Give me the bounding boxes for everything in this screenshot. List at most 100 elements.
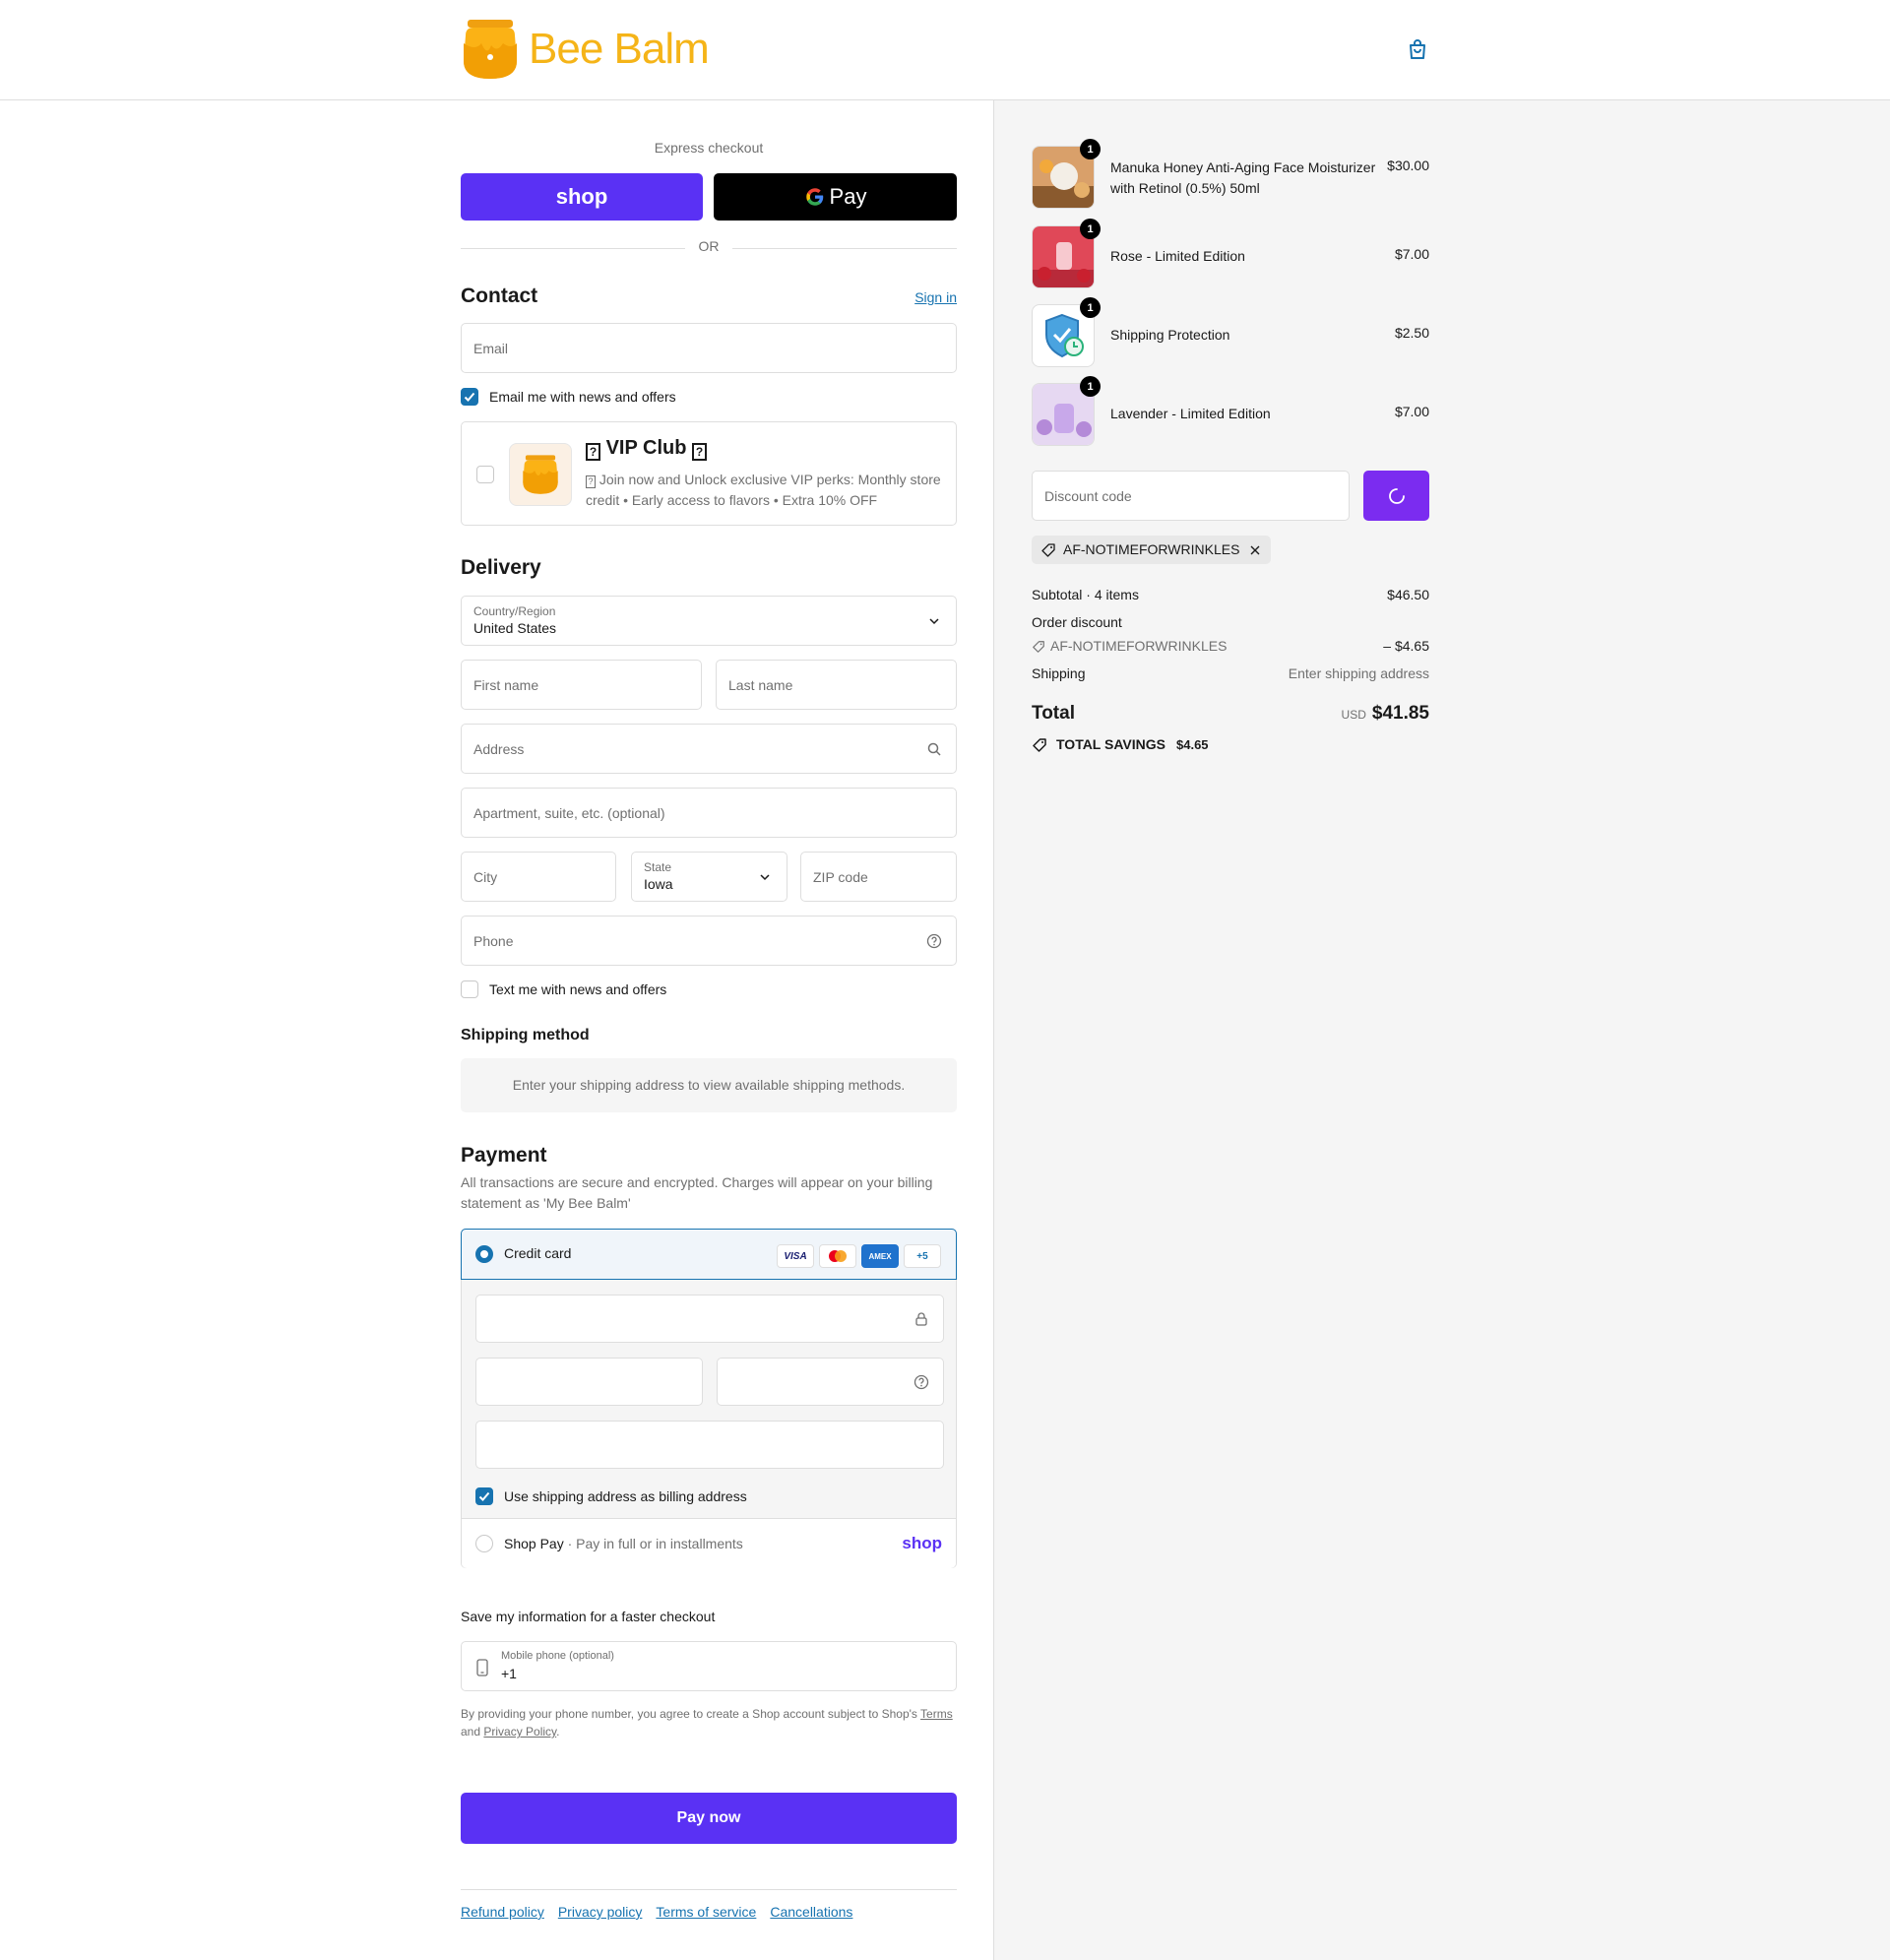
state-value: Iowa <box>644 876 673 892</box>
remove-discount-icon[interactable] <box>1248 543 1262 557</box>
privacy-policy-link[interactable]: Privacy policy <box>558 1904 643 1920</box>
order-discount-row: Order discount <box>1032 614 1429 630</box>
vip-title: ? VIP Club ? <box>586 437 707 461</box>
visa-icon: VISA <box>777 1244 814 1268</box>
shop-terms-link[interactable]: Terms <box>920 1707 953 1721</box>
payment-subtitle: All transactions are secure and encrypte… <box>461 1174 933 1211</box>
or-label: OR <box>698 238 720 254</box>
quantity-badge: 1 <box>1080 139 1101 159</box>
quantity-badge: 1 <box>1080 219 1101 239</box>
disclaimer-text: By providing your phone number, you agre… <box>461 1707 917 1721</box>
first-name-field[interactable]: First name <box>461 660 702 710</box>
google-pay-button[interactable]: Pay <box>714 173 957 221</box>
store-logo[interactable]: Bee Balm <box>460 18 710 81</box>
email-field[interactable]: Email <box>461 323 957 373</box>
discount-value: – $4.65 <box>1383 638 1429 654</box>
terms-of-service-link[interactable]: Terms of service <box>656 1904 756 1920</box>
apartment-field[interactable]: Apartment, suite, etc. (optional) <box>461 788 957 838</box>
name-on-card-field[interactable] <box>475 1421 944 1469</box>
apply-discount-button[interactable] <box>1363 471 1429 521</box>
shop-pay-label: Shop Pay <box>504 1536 564 1551</box>
help-circle-icon[interactable] <box>926 933 942 949</box>
last-name-placeholder: Last name <box>728 677 793 693</box>
email-placeholder: Email <box>473 341 509 356</box>
save-info-disclaimer: By providing your phone number, you agre… <box>461 1705 957 1740</box>
mobile-phone-label: Mobile phone (optional) <box>501 1650 614 1662</box>
discount-code-label: AF-NOTIMEFORWRINKLES <box>1050 638 1228 654</box>
shop-pay-express-button[interactable]: shop <box>461 173 703 221</box>
subtotal-row: Subtotal · 4 items $46.50 <box>1032 587 1429 602</box>
delivery-heading: Delivery <box>461 556 541 579</box>
quantity-badge: 1 <box>1080 297 1101 318</box>
shipping-value: Enter shipping address <box>1288 665 1429 681</box>
city-field[interactable]: City <box>461 852 616 902</box>
text-news-checkbox[interactable] <box>461 980 478 998</box>
sign-in-link[interactable]: Sign in <box>914 289 957 305</box>
email-news-checkbox[interactable] <box>461 388 478 406</box>
shop-privacy-link[interactable]: Privacy Policy <box>483 1725 556 1739</box>
help-circle-icon[interactable] <box>914 1374 929 1390</box>
check-icon <box>464 392 475 402</box>
or-divider: OR <box>461 238 957 258</box>
country-select[interactable]: Country/Region United States <box>461 596 957 646</box>
email-news-label: Email me with news and offers <box>489 389 676 405</box>
order-summary-panel <box>993 100 1890 1960</box>
total-row: Total USD $41.85 <box>1032 703 1429 730</box>
billing-same-checkbox[interactable] <box>475 1487 493 1505</box>
total-savings-value: $4.65 <box>1176 737 1209 752</box>
shipping-label: Shipping <box>1032 665 1086 681</box>
tag-icon <box>1041 543 1055 557</box>
missing-glyph-icon: ? <box>586 475 596 488</box>
shop-pay-radio[interactable] <box>475 1535 493 1552</box>
pay-now-button[interactable]: Pay now <box>461 1793 957 1844</box>
shipping-method-info: Enter your shipping address to view avai… <box>461 1058 957 1112</box>
country-value: United States <box>473 620 557 636</box>
vip-club-checkbox[interactable] <box>476 466 494 483</box>
discount-placeholder: Discount code <box>1044 488 1132 504</box>
state-select[interactable]: State Iowa <box>631 852 788 902</box>
shopping-bag-icon[interactable] <box>1406 37 1429 61</box>
disclaimer-period: . <box>556 1725 560 1739</box>
security-code-field[interactable] <box>717 1358 944 1406</box>
refund-policy-link[interactable]: Refund policy <box>461 1904 544 1920</box>
loading-spinner-icon <box>1388 487 1405 504</box>
shop-pay-sub: Pay in full or in installments <box>576 1536 743 1551</box>
credit-card-radio[interactable] <box>475 1245 493 1263</box>
quantity-badge: 1 <box>1080 376 1101 397</box>
last-name-field[interactable]: Last name <box>716 660 957 710</box>
mobile-phone-field[interactable]: Mobile phone (optional) +1 <box>461 1641 957 1691</box>
expiry-field[interactable] <box>475 1358 703 1406</box>
card-number-field[interactable] <box>475 1295 944 1343</box>
cancellations-link[interactable]: Cancellations <box>770 1904 852 1920</box>
missing-glyph-icon: ? <box>692 443 707 461</box>
lock-icon <box>915 1312 927 1326</box>
gpay-label: Pay <box>829 184 867 209</box>
item-price: $2.50 <box>1394 325 1429 341</box>
header: Bee Balm <box>0 0 1890 100</box>
footer-divider <box>461 1889 957 1890</box>
total-savings-label: TOTAL SAVINGS <box>1056 736 1166 752</box>
mobile-phone-value: +1 <box>501 1666 517 1681</box>
currency-label: USD <box>1341 708 1366 722</box>
shipping-row: Shipping Enter shipping address <box>1032 665 1429 681</box>
address-placeholder: Address <box>473 741 525 757</box>
honey-jar-icon <box>523 455 558 494</box>
missing-glyph-icon: ? <box>586 443 600 461</box>
amex-icon: AMEX <box>861 1244 899 1268</box>
phone-field[interactable]: Phone <box>461 916 957 966</box>
shop-pay-label: shop <box>555 184 608 209</box>
line-item: 1 Manuka Honey Anti-Aging Face Moisturiz… <box>1032 139 1429 209</box>
subtotal-label: Subtotal · 4 items <box>1032 587 1139 602</box>
chevron-down-icon <box>760 874 770 881</box>
footer-links: Refund policy Privacy policy Terms of se… <box>461 1904 852 1920</box>
discount-code-field[interactable]: Discount code <box>1032 471 1350 521</box>
address-field[interactable]: Address <box>461 724 957 774</box>
city-placeholder: City <box>473 869 498 885</box>
credit-card-label: Credit card <box>504 1245 572 1261</box>
zip-field[interactable]: ZIP code <box>800 852 957 902</box>
disclaimer-and: and <box>461 1725 481 1739</box>
payment-heading: Payment <box>461 1144 547 1167</box>
first-name-placeholder: First name <box>473 677 539 693</box>
shop-pay-option[interactable]: Shop Pay · Pay in full or in installment… <box>462 1518 956 1568</box>
credit-card-option[interactable]: Credit card VISA AMEX +5 <box>461 1229 957 1280</box>
